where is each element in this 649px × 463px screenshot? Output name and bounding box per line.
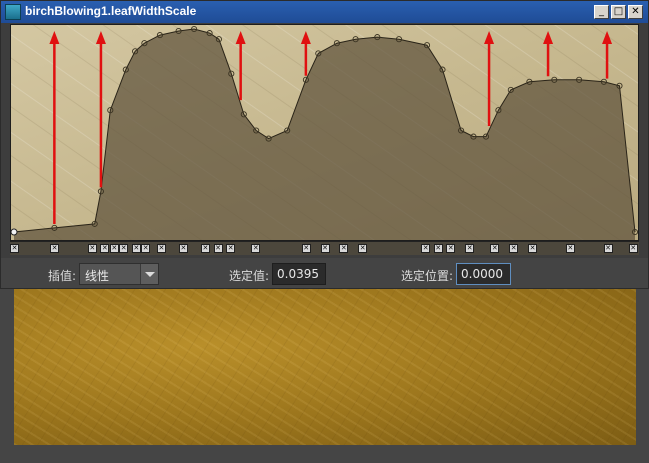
selected-point[interactable] [11, 228, 18, 236]
interpolation-value: 线性 [85, 269, 110, 283]
key-marker[interactable]: ✕ [358, 244, 368, 253]
key-marker[interactable]: ✕ [141, 244, 151, 253]
key-marker[interactable]: ✕ [119, 244, 129, 253]
key-marker[interactable]: ✕ [226, 244, 236, 253]
ramp-controls: 插值: 线性 选定值: 选定位置: [1, 258, 648, 288]
interpolation-dropdown[interactable]: 线性 [79, 263, 159, 285]
key-marker[interactable]: ✕ [200, 244, 210, 253]
key-marker[interactable]: ✕ [628, 244, 638, 253]
key-marker[interactable]: ✕ [10, 244, 19, 253]
window-title: birchBlowing1.leafWidthScale [25, 4, 197, 18]
key-marker[interactable]: ✕ [178, 244, 188, 253]
ramp-graph-canvas[interactable] [11, 25, 638, 240]
key-marker[interactable]: ✕ [433, 244, 443, 253]
key-marker[interactable]: ✕ [339, 244, 349, 253]
key-marker[interactable]: ✕ [109, 244, 119, 253]
key-marker[interactable]: ✕ [251, 244, 261, 253]
key-marker[interactable]: ✕ [301, 244, 311, 253]
key-marker[interactable]: ✕ [446, 244, 456, 253]
key-marker[interactable]: ✕ [465, 244, 475, 253]
selected-position-label: 选定位置: [401, 269, 454, 283]
key-marker[interactable]: ✕ [565, 244, 575, 253]
key-marker[interactable]: ✕ [100, 244, 110, 253]
key-strip[interactable]: ✕ ✕ ✕ ✕ ✕ ✕ ✕ ✕ ✕ ✕ ✕ ✕ ✕ ✕ ✕ ✕ ✕ ✕ ✕ ✕ ✕ ✕ ✕ ✕ ✕ ✕ ✕ ✕ [10, 241, 639, 255]
title-bar[interactable]: birchBlowing1.leafWidthScale _ □ ✕ [1, 1, 648, 23]
key-marker[interactable]: ✕ [213, 244, 223, 253]
interpolation-label: 插值: [48, 269, 77, 283]
close-button[interactable]: ✕ [628, 5, 643, 19]
key-marker[interactable]: ✕ [156, 244, 166, 253]
selected-value-label: 选定值: [229, 269, 270, 283]
selected-value-field[interactable] [272, 263, 326, 285]
chevron-down-icon[interactable] [140, 264, 158, 284]
key-marker[interactable]: ✕ [87, 244, 97, 253]
app-icon [5, 4, 21, 20]
key-marker[interactable]: ✕ [528, 244, 538, 253]
ramp-graph[interactable] [10, 24, 639, 241]
key-marker[interactable]: ✕ [131, 244, 141, 253]
key-marker[interactable]: ✕ [603, 244, 613, 253]
selected-position-field[interactable] [456, 263, 511, 285]
key-marker[interactable]: ✕ [50, 244, 60, 253]
key-marker[interactable]: ✕ [509, 244, 519, 253]
maximize-button[interactable]: □ [611, 5, 626, 19]
key-marker[interactable]: ✕ [421, 244, 431, 253]
key-marker[interactable]: ✕ [490, 244, 500, 253]
key-marker[interactable]: ✕ [320, 244, 330, 253]
minimize-button[interactable]: _ [594, 5, 609, 19]
ramp-editor-window: birchBlowing1.leafWidthScale _ □ ✕ ✕ ✕ ✕… [0, 0, 649, 289]
texture-preview [14, 280, 636, 445]
